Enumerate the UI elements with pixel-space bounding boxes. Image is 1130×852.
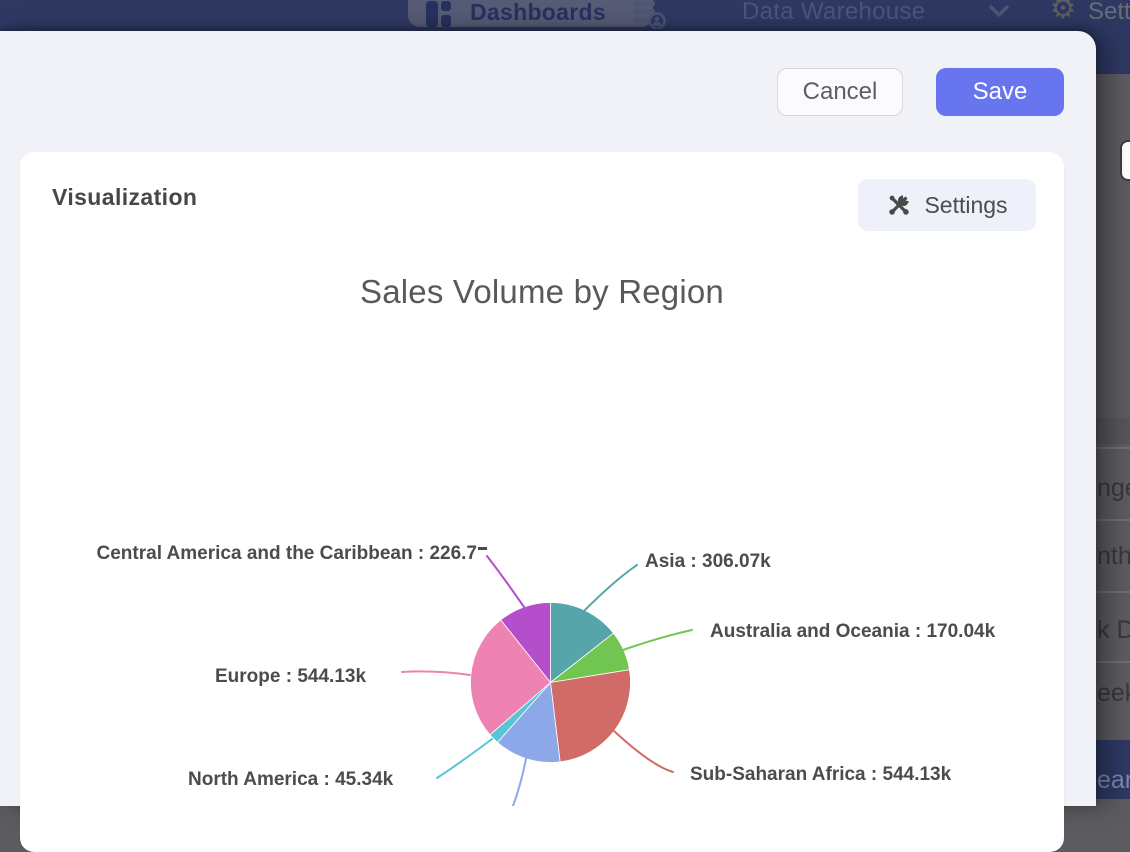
nav-settings-label[interactable]: Settings — [1088, 0, 1130, 26]
dashboard-icon — [425, 1, 451, 27]
chart-settings-label: Settings — [924, 192, 1007, 219]
nav-dashboards-label[interactable]: Dashboards — [470, 0, 606, 26]
underlying-option-fragment: nge — [1097, 474, 1130, 503]
tools-icon — [886, 192, 912, 218]
underlying-row-divider — [1096, 661, 1130, 663]
data-warehouse-icon — [633, 1, 669, 29]
chevron-down-icon — [988, 4, 1010, 18]
chart-settings-button[interactable]: Settings — [858, 179, 1036, 231]
save-button[interactable]: Save — [936, 68, 1064, 116]
chart-title: Sales Volume by Region — [20, 273, 1064, 311]
underlying-option-fragment: nth — [1097, 542, 1130, 571]
underlying-button-partial — [1120, 140, 1130, 181]
underlying-option-fragment: k D — [1097, 616, 1130, 645]
nav-data-warehouse-label[interactable]: Data Warehouse — [742, 0, 925, 26]
underlying-option-fragment: ear — [1097, 766, 1130, 795]
underlying-row-divider — [1096, 591, 1130, 593]
cancel-button[interactable]: Cancel — [777, 68, 903, 116]
underlying-row-divider — [1096, 447, 1130, 449]
card-heading: Visualization — [52, 184, 197, 211]
gear-icon[interactable]: ⚙ — [1050, 0, 1076, 24]
underlying-option-fragment: eek — [1097, 679, 1130, 708]
underlying-row-divider — [1096, 519, 1130, 521]
underlying-divider-band — [1096, 418, 1130, 444]
